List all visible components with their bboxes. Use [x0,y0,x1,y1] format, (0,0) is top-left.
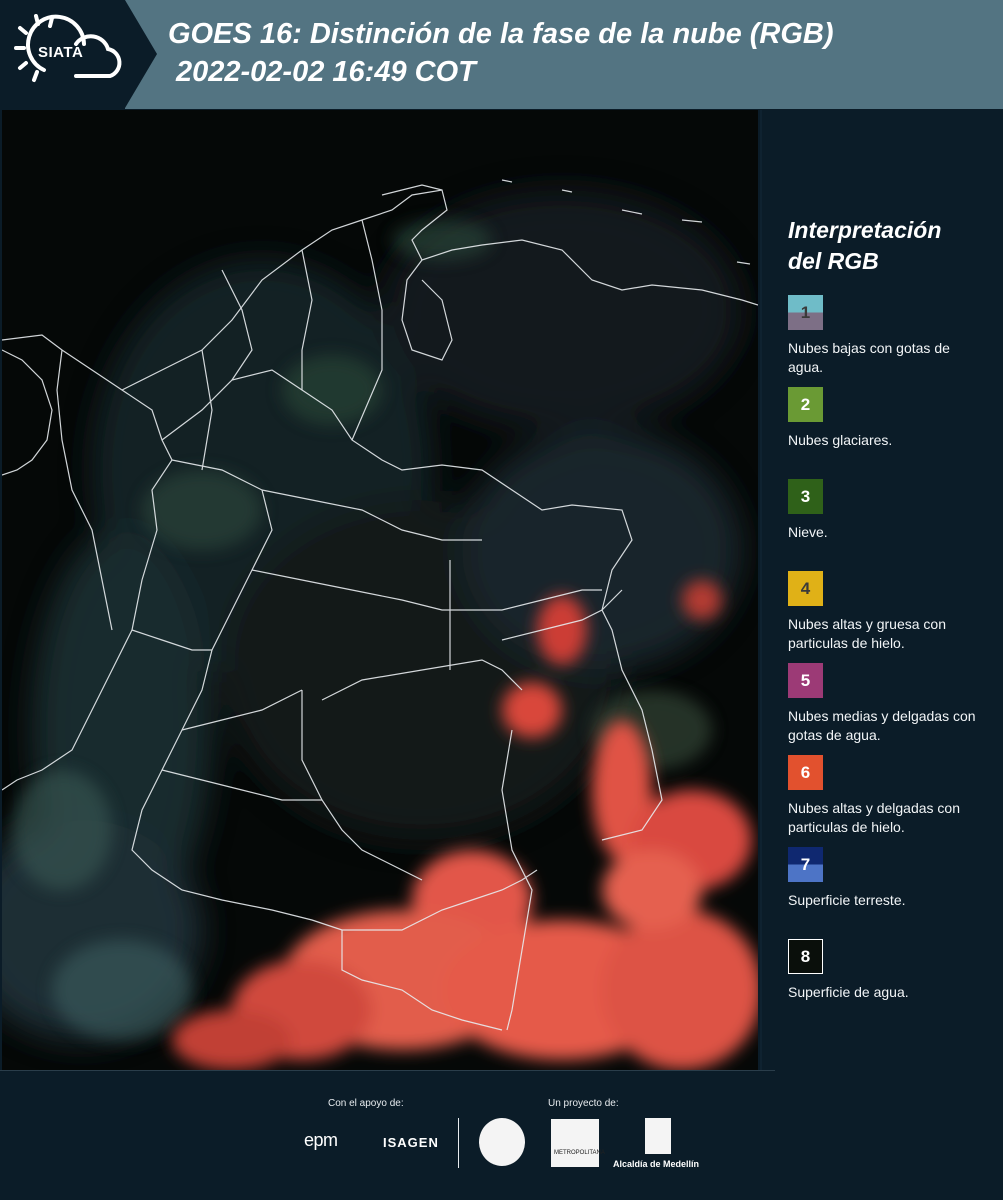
medellin-shield-icon [645,1118,671,1154]
legend-number: 6 [800,762,811,782]
logo-arrow [125,0,157,108]
legend-label: Nubes altas y delgadas con particulas de… [788,800,960,835]
area-metropolitana-logo [551,1119,599,1167]
legend-number: 4 [800,578,811,598]
isagen-logo: ISAGEN [383,1135,439,1150]
legend-items: 1 Nubes bajas con gotas de agua. 2 Nubes gl… [788,295,998,1031]
legend-item: 2 Nubes glaciares. [788,387,998,479]
legend-swatch: 3 [788,479,823,514]
legend-label: Nubes altas y gruesa con particulas de h… [788,616,946,651]
legend-swatch: 6 [788,755,823,790]
legend-label: Nubes bajas con gotas de agua. [788,340,950,375]
footer-vertical-divider [458,1118,459,1168]
map-divider [760,110,762,1070]
legend-number: 5 [800,670,811,690]
legend-item: 4 Nubes altas y gruesa con particulas de … [788,571,998,663]
legend-item: 3 Nieve. [788,479,998,571]
legend-label: Superficie de agua. [788,984,909,1000]
legend-item: 5 Nubes medias y delgadas con gotas de ag… [788,663,998,755]
legend-item: 8 Superficie de agua. [788,939,998,1031]
legend-label: Nubes glaciares. [788,432,893,448]
legend-item: 7 Superficie terreste. [788,847,998,939]
legend-label: Nubes medias y delgadas con gotas de agu… [788,708,976,743]
project-label: Un proyecto de: [548,1098,619,1109]
legend-swatch: 7 [788,847,823,882]
legend-number: 2 [800,394,811,414]
legend-title-line2: del RGB [788,248,879,274]
legend-swatch: 1 [788,295,823,330]
epm-logo: epm [304,1130,338,1150]
legend-item: 6 Nubes altas y delgadas con particulas d… [788,755,998,847]
legend-item: 1 Nubes bajas con gotas de agua. [788,295,998,387]
page-title: GOES 16: Distinción de la fase de la nub… [168,18,834,50]
satellite-map [2,110,758,1070]
legend-swatch: 2 [788,387,823,422]
legend-number: 3 [800,486,811,506]
legend-swatch: 8 [788,939,823,974]
legend-title: Interpretación del RGB [788,215,998,277]
legend-number: 1 [800,302,811,322]
footer-divider-line [0,1070,775,1071]
page-subtitle: 2022-02-02 16:49 COT [176,56,476,88]
logo-text: SIATA [38,44,84,61]
legend-label: Superficie terreste. [788,892,906,908]
legend: Interpretación del RGB 1 Nubes bajas con … [788,215,998,1031]
legend-number: 7 [800,854,811,874]
legend-number: 8 [800,946,811,966]
university-seal-icon [479,1118,525,1166]
support-label: Con el apoyo de: [328,1098,404,1109]
area-logo-text: METROPOLITANA [554,1150,605,1156]
legend-swatch: 5 [788,663,823,698]
legend-swatch: 4 [788,571,823,606]
legend-label: Nieve. [788,524,828,540]
legend-title-line1: Interpretación [788,217,942,243]
medellin-label: Alcaldía de Medellín [613,1159,700,1169]
